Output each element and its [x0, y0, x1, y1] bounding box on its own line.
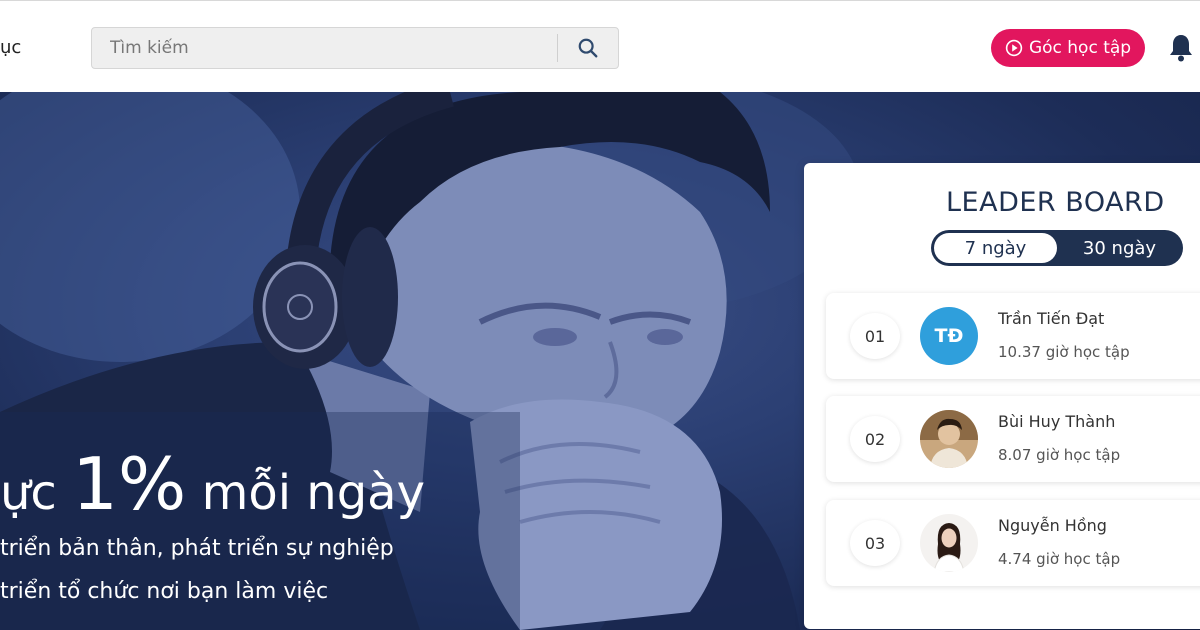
hero-headline-suffix: mỗi ngày: [186, 465, 425, 521]
initials-avatar: TĐ: [920, 307, 978, 365]
study-hours: 10.37 giờ học tập: [998, 343, 1130, 361]
search-bar: [91, 27, 619, 69]
learner-name: Bùi Huy Thành: [998, 412, 1116, 431]
hero-headline: ực 1% mỗi ngày: [0, 442, 425, 526]
hero-subline-1: triển bản thân, phát triển sự nghiệp: [0, 536, 394, 561]
leaderboard-row[interactable]: 02 Bùi Huy Thành 8.07 giờ học tập: [826, 396, 1200, 482]
photo-avatar: [920, 410, 978, 468]
hero-headline-percent: 1%: [72, 442, 187, 526]
leaderboard-row[interactable]: 01 TĐ Trần Tiến Đạt 10.37 giờ học tập: [826, 293, 1200, 379]
search-button[interactable]: [558, 28, 618, 68]
study-hours: 4.74 giờ học tập: [998, 550, 1121, 568]
study-corner-label: Góc học tập: [1028, 38, 1132, 58]
period-toggle: 7 ngày 30 ngày: [931, 230, 1183, 266]
play-circle-icon: [1005, 39, 1023, 57]
nav-link-truncated[interactable]: ục: [0, 37, 21, 58]
search-icon: [578, 38, 598, 58]
rank-badge: 01: [850, 313, 900, 359]
hero-headline-prefix: ực: [0, 465, 73, 521]
learner-name: Trần Tiến Đạt: [998, 309, 1105, 328]
top-navbar: ục Góc học tập: [0, 0, 1200, 92]
leaderboard-title: LEADER BOARD: [946, 187, 1165, 218]
search-input[interactable]: [92, 28, 557, 68]
study-corner-button[interactable]: Góc học tập: [991, 29, 1145, 67]
tab-30-days[interactable]: 30 ngày: [1059, 233, 1180, 263]
avatar-photo-woman: [920, 514, 978, 572]
leaderboard-card: LEADER BOARD 7 ngày 30 ngày 01 TĐ Trần T…: [804, 163, 1200, 629]
rank-badge: 03: [850, 520, 900, 566]
tab-7-days[interactable]: 7 ngày: [934, 233, 1057, 263]
hero-subline-2: triển tổ chức nơi bạn làm việc: [0, 579, 329, 604]
study-hours: 8.07 giờ học tập: [998, 446, 1121, 464]
learner-name: Nguyễn Hồng: [998, 516, 1107, 535]
bell-icon[interactable]: [1168, 33, 1194, 63]
rank-badge: 02: [850, 416, 900, 462]
photo-avatar: [920, 514, 978, 572]
page: ục Góc học tập: [0, 0, 1200, 630]
leaderboard-row[interactable]: 03 Nguyễn Hồng 4.74 giờ học tập: [826, 500, 1200, 586]
avatar-photo-man: [920, 410, 978, 468]
